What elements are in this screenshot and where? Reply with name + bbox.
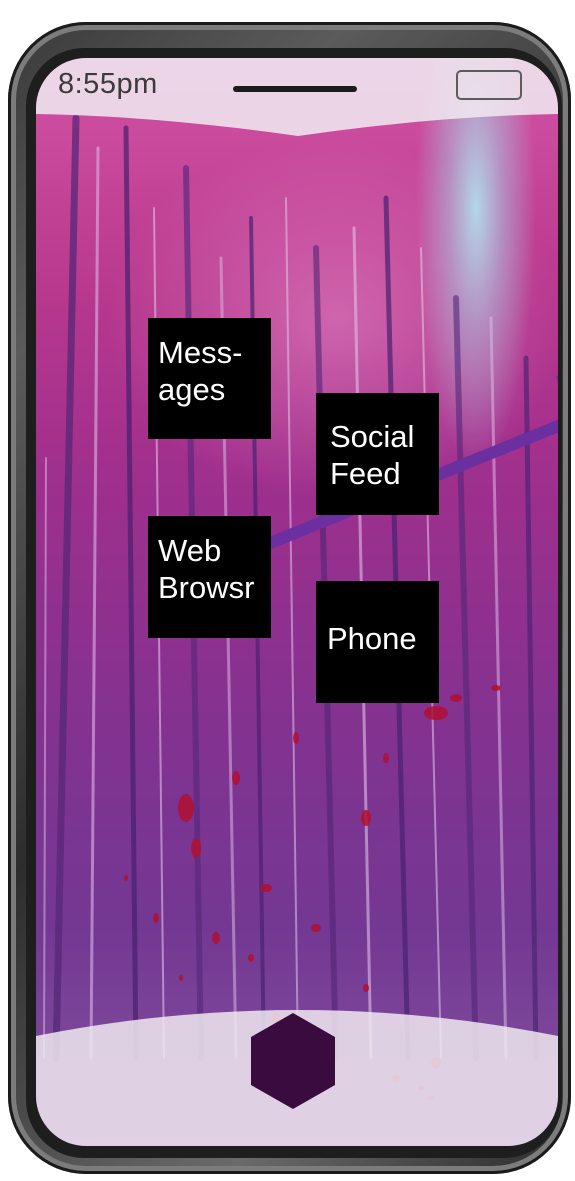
hexagon-home-icon[interactable] — [251, 1013, 335, 1109]
speaker-slot — [233, 86, 357, 92]
blood-splatter — [124, 685, 501, 1100]
status-bar: 8:55pm — [36, 58, 558, 138]
phone-screen: 8:55pm Mess- ages Social Feed Web Browsr… — [36, 58, 558, 1146]
app-label-social-feed: Social Feed — [330, 419, 415, 491]
app-tile-messages[interactable]: Mess- ages — [148, 318, 271, 439]
battery-icon — [456, 70, 522, 100]
app-tile-web-browser[interactable]: Web Browsr — [148, 516, 271, 638]
app-label-messages: Mess- ages — [158, 335, 243, 407]
status-time: 8:55pm — [58, 68, 158, 100]
app-label-phone: Phone — [327, 621, 417, 656]
app-tile-phone[interactable]: Phone — [316, 581, 439, 703]
app-tile-social-feed[interactable]: Social Feed — [316, 393, 439, 515]
app-label-web-browser: Web Browsr — [158, 533, 255, 605]
